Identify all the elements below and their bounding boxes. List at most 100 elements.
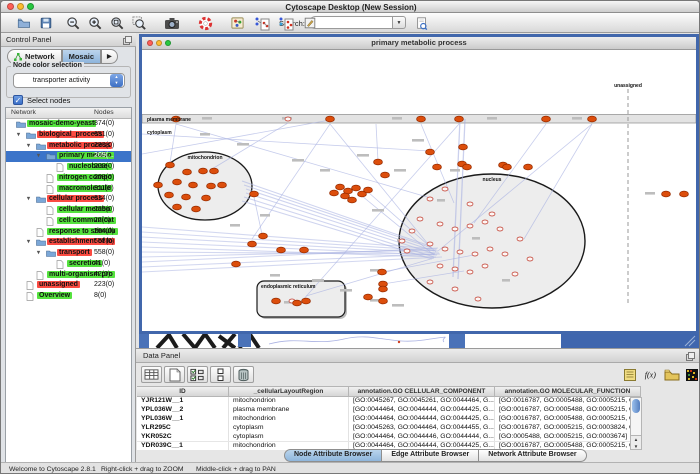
tree-row-secretion[interactable]: secretion41(0) [6,259,131,270]
table-cell[interactable]: mitochondrion [229,415,349,424]
table-cell[interactable]: YLR295C [137,424,229,433]
attribute-list-icon[interactable] [210,366,231,383]
table-cell[interactable]: YDR039C__1 [137,442,229,451]
matrix-icon[interactable] [682,367,700,382]
zoom-fit-icon[interactable] [109,15,126,31]
tree-row-primary-metabo[interactable]: ▾primary metabo209(... [6,151,131,162]
node-color-dropdown[interactable]: transporter activity ▲▼ [13,73,125,88]
svg-text:nucleus: nucleus [483,177,502,183]
open-icon[interactable] [15,15,32,31]
vizmapper-icon[interactable] [229,15,246,31]
frame-close-button[interactable] [147,40,153,46]
status-bar: Welcome to Cytoscape 2.8.1 Right-click +… [1,462,700,474]
table-cell[interactable]: YPL036W__1 [137,415,229,424]
scrollbar-arrows[interactable]: ▲▼ [630,435,642,450]
search-dropdown-arrow[interactable]: ▼ [393,16,406,29]
column-header-0[interactable]: ID [137,386,229,397]
expand-arrow-icon[interactable]: ▾ [37,152,40,159]
search-options-icon[interactable] [413,15,430,31]
table-cell[interactable]: [GO:0045263, GO:0044464, GO:0044455, G..… [349,424,495,433]
folder-icon [36,238,46,248]
node-count: 41(0) [94,260,110,267]
float-panel-icon[interactable] [123,36,132,45]
table-cell[interactable]: cytoplasm [229,433,349,442]
tree-row-multi-organism-pro[interactable]: multi-organism pro42(0) [6,270,131,281]
frame-zoom-button[interactable] [165,40,171,46]
tree-row-label: unassigned [37,281,80,288]
tree-row-overview[interactable]: Overview8(0) [6,291,131,302]
control-panel-title: Control Panel [6,35,51,44]
tree-row-nucleobase-[interactable]: nucleobase-209(0) [6,162,131,173]
scrollbar-thumb[interactable] [632,399,640,413]
table-cell[interactable]: cytoplasm [229,424,349,433]
zoom-region-icon[interactable] [131,15,148,31]
expand-arrow-icon[interactable]: ▾ [27,142,30,149]
table-cell[interactable]: [GO:0045267, GO:0045261, GO:0044464, G..… [349,397,495,406]
tree-row-metabolic-process[interactable]: ▾metabolic process280(0) [6,141,131,152]
tree-row-response-to-stimulu[interactable]: response to stimulu264(0) [6,227,131,238]
frame-minimize-button[interactable] [156,40,162,46]
tree-row-biological-process[interactable]: ▾biological_process651(0) [6,130,131,141]
search-input[interactable] [309,16,393,29]
cytoscape-window: Cytoscape Desktop (New Session) Search: … [0,0,700,474]
column-header-2[interactable]: annotation.GO CELLULAR_COMPONENT [349,386,495,397]
notes-icon[interactable] [620,367,639,382]
tree-row-mosaic-demo-yeast[interactable]: mosaic-demo-yeast874(0) [6,119,131,130]
tree-row-macromolecule[interactable]: macromolecule311(0) [6,184,131,195]
network-canvas[interactable]: plasma membranecytoplasmmitochondrionnuc… [142,51,696,331]
tab-network-attribute-browser[interactable]: Network Attribute Browser [479,449,586,462]
select-nodes-checkbox[interactable]: ✓ [13,95,23,105]
node-color-dropdown-value: transporter activity [14,77,109,84]
float-panel-icon[interactable] [686,352,695,361]
annotation-icon[interactable] [301,15,318,31]
save-icon[interactable] [37,15,54,31]
expand-arrow-icon[interactable]: ▾ [17,131,20,138]
tree-row-cell-communicat[interactable]: cell communicat22(0) [6,216,131,227]
expand-arrow-icon[interactable]: ▾ [27,195,30,202]
table-cell[interactable]: [GO:0044464, GO:0044444, GO:0044425, G..… [349,406,495,415]
table-cell[interactable]: [GO:0016787, GO:0005215, GO:0003824, G..… [495,424,641,433]
table-cell[interactable]: YPL036W__2 [137,406,229,415]
tab-node-attribute-browser[interactable]: Node Attribute Browser [284,449,382,462]
tree-row-establishment-of-lo[interactable]: ▾establishment of lo558(0) [6,237,131,248]
column-header-3[interactable]: annotation.GO MOLECULAR_FUNCTION [495,386,641,397]
tree-row-transport[interactable]: ▾transport558(0) [6,248,131,259]
table-cell[interactable]: YKR052C [137,433,229,442]
column-header-1[interactable]: _cellularLayoutRegion [229,386,349,397]
modify-attributes-icon[interactable] [187,366,208,383]
table-cell[interactable]: YJR121W__1 [137,397,229,406]
main-toolbar: Search: ▼ [1,13,700,33]
table-cell[interactable]: [GO:0016787, GO:0005488, GO:0005215, G..… [495,397,641,406]
select-attributes-icon[interactable] [141,366,162,383]
zoom-in-icon[interactable] [87,15,104,31]
table-cell[interactable]: [GO:0016787, GO:0005488, GO:0005215, G..… [495,406,641,415]
import-attributes-icon[interactable] [662,367,681,382]
table-cell[interactable]: [GO:0005488, GO:0005215, GO:0003674] [495,433,641,442]
import-network-icon[interactable] [253,15,270,31]
network-window-titlebar[interactable]: primary metabolic process [142,37,696,50]
delete-attribute-icon[interactable] [233,366,254,383]
tree-row-unassigned[interactable]: unassigned223(0) [6,280,131,291]
expand-arrow-icon[interactable]: ▾ [37,249,40,256]
table-cell[interactable]: plasma membrane [229,406,349,415]
table-cell[interactable]: mitochondrion [229,397,349,406]
table-cell[interactable]: [GO:0044464, GO:0044446, GO:0044444, G..… [349,433,495,442]
tree-row-label: mosaic-demo-yeast [27,120,96,127]
tree-row-nitrogen-compo[interactable]: nitrogen compo209(0) [6,173,131,184]
tab-overflow-button[interactable]: ▶ [101,49,118,64]
table-cell[interactable]: [GO:0016787, GO:0005488, GO:0005215, G..… [495,415,641,424]
select-nodes-row: ✓ Select nodes [13,94,70,106]
tree-row-cellular-metabo[interactable]: cellular metabo209(0) [6,205,131,216]
help-ring-icon[interactable] [197,15,214,31]
tree-row-cellular-process[interactable]: ▾cellular process614(0) [6,194,131,205]
table-cell[interactable]: [GO:0044464, GO:0044444, GO:0044425, G..… [349,415,495,424]
new-attribute-icon[interactable] [164,366,185,383]
expand-arrow-icon[interactable]: ▾ [27,238,30,245]
zoom-out-icon[interactable] [65,15,82,31]
tree-row-label: Overview [37,292,72,299]
snapshot-icon[interactable] [163,15,180,31]
tab-network-label: Network [25,52,55,61]
import-table-icon[interactable] [277,15,294,31]
tab-edge-attribute-browser[interactable]: Edge Attribute Browser [382,449,479,462]
function-builder-icon[interactable]: f(x) [641,367,660,382]
